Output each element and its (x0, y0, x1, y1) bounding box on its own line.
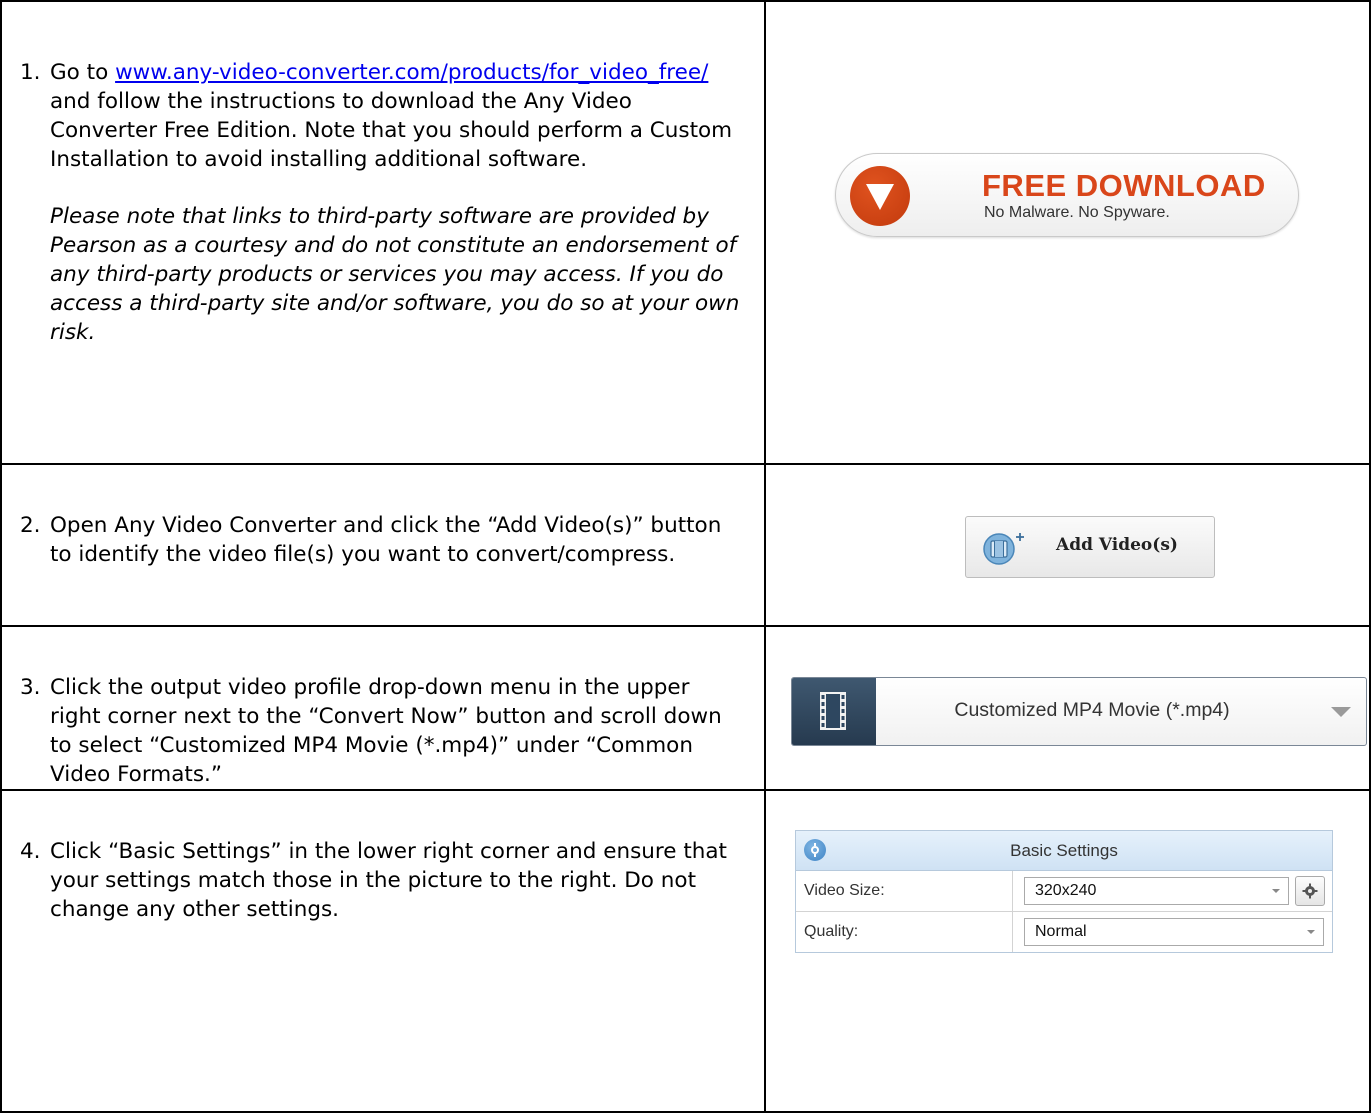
gear-icon (1302, 883, 1318, 899)
basic-settings-title: Basic Settings (1010, 841, 1118, 860)
quality-label: Quality: (804, 923, 859, 940)
step-row-1: 1. Go to www.any-video-converter.com/pro… (0, 0, 1371, 465)
video-size-row: Video Size: 320x240 (796, 871, 1332, 912)
step-text-prefix: Go to (50, 60, 116, 85)
third-party-disclaimer: Please note that links to third-party so… (50, 204, 740, 345)
step-3-text-cell: 3. Click the output video profile drop-d… (0, 625, 766, 791)
step-4-text-cell: 4. Click “Basic Settings” in the lower r… (0, 789, 766, 1113)
download-link[interactable]: www.any-video-converter.com/products/for… (115, 60, 708, 85)
free-download-title: FREE DOWNLOAD (982, 168, 1266, 203)
step-number: 2. (20, 513, 41, 538)
video-size-select[interactable]: 320x240 (1024, 877, 1289, 905)
quality-value: Normal (1035, 923, 1087, 940)
free-download-button[interactable]: FREE DOWNLOAD No Malware. No Spyware. (835, 153, 1299, 237)
step-1-image-cell: FREE DOWNLOAD No Malware. No Spyware. (764, 0, 1371, 465)
instructions-table: 1. Go to www.any-video-converter.com/pro… (0, 0, 1371, 1113)
step-1-text-cell: 1. Go to www.any-video-converter.com/pro… (0, 0, 766, 465)
step-4-image-cell: Basic Settings Video Size: 320x240 Quali… (764, 789, 1371, 1113)
step-3-image-cell: Customized MP4 Movie (*.mp4) (764, 625, 1371, 791)
add-video-label: Add Video(s) (1056, 535, 1178, 555)
download-arrow-icon (850, 166, 910, 226)
step-number: 4. (20, 839, 41, 864)
step-text: Click the output video profile drop-down… (50, 675, 722, 787)
film-icon (792, 678, 876, 745)
step-text: Click “Basic Settings” in the lower righ… (50, 839, 727, 922)
add-video-button[interactable]: Add Video(s) (965, 516, 1215, 578)
video-size-label: Video Size: (804, 882, 885, 899)
output-profile-dropdown[interactable]: Customized MP4 Movie (*.mp4) (791, 677, 1367, 746)
quality-select[interactable]: Normal (1024, 918, 1324, 946)
step-text: and follow the instructions to download … (50, 89, 733, 172)
chevron-down-icon (1331, 707, 1351, 717)
basic-settings-header[interactable]: Basic Settings (796, 831, 1332, 871)
video-size-value: 320x240 (1035, 882, 1097, 899)
step-row-3: 3. Click the output video profile drop-d… (0, 625, 1371, 791)
step-number: 1. (20, 60, 41, 85)
chevron-down-icon (1307, 930, 1315, 934)
step-2-image-cell: Add Video(s) (764, 463, 1371, 627)
step-row-2: 2. Open Any Video Converter and click th… (0, 463, 1371, 627)
free-download-subtitle: No Malware. No Spyware. (984, 204, 1170, 221)
step-number: 3. (20, 675, 41, 700)
film-add-icon (983, 533, 1024, 565)
basic-settings-panel: Basic Settings Video Size: 320x240 Quali… (795, 830, 1333, 953)
step-2-text-cell: 2. Open Any Video Converter and click th… (0, 463, 766, 627)
selected-profile: Customized MP4 Movie (*.mp4) (954, 699, 1230, 721)
chevron-down-icon (1272, 889, 1280, 893)
quality-row: Quality: Normal (796, 912, 1332, 952)
video-size-settings-button[interactable] (1295, 876, 1325, 906)
step-text: Open Any Video Converter and click the “… (50, 513, 722, 567)
step-row-4: 4. Click “Basic Settings” in the lower r… (0, 789, 1371, 1113)
